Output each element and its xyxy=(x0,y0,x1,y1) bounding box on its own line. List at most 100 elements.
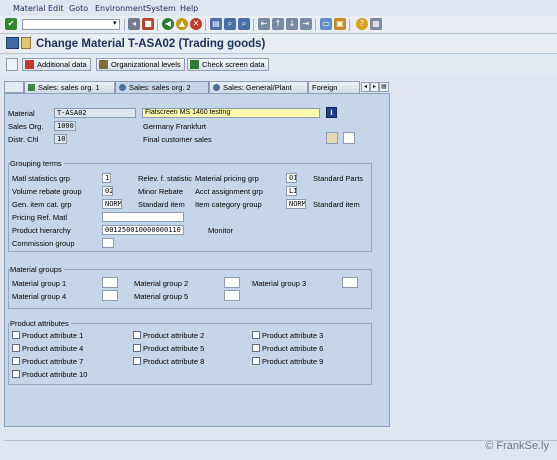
org-levels-button[interactable]: Organizational levels xyxy=(96,58,185,71)
hierarchy-icon xyxy=(99,60,108,69)
shortcut-icon[interactable]: ▣ xyxy=(334,18,346,30)
menu-environment[interactable]: Environment xyxy=(95,4,146,13)
material-groups-group xyxy=(8,269,372,309)
pricing-ref-field[interactable] xyxy=(102,212,184,222)
toolbar-separator xyxy=(205,19,206,31)
additional-data-label: Additional data xyxy=(37,60,87,69)
menu-edit[interactable]: Edit xyxy=(48,4,64,13)
product-hierarchy-field[interactable]: 001250010000000110 xyxy=(102,225,184,235)
tab-sales-org-2[interactable]: Sales: sales org. 2 xyxy=(115,81,209,93)
volume-rebate-field[interactable]: 02 xyxy=(102,186,113,196)
material-group-2-field[interactable] xyxy=(224,277,240,288)
material-group-1-label: Material group 1 xyxy=(12,279,67,288)
exit-icon[interactable]: ▲ xyxy=(176,18,188,30)
save-icon[interactable]: ■ xyxy=(142,18,154,30)
tab-next-icon[interactable]: ▸ xyxy=(370,82,379,92)
acct-assignment-field[interactable]: LI xyxy=(286,186,297,196)
product-attribute-8-checkbox[interactable] xyxy=(133,357,141,365)
product-attribute-2-label: Product attribute 2 xyxy=(143,331,205,340)
info-icon[interactable]: i xyxy=(326,107,337,118)
gen-item-cat-label: Gen. item cat. grp xyxy=(12,200,72,209)
product-attributes-title: Product attributes xyxy=(10,319,71,328)
material-pricing-label: Material pricing grp xyxy=(195,174,259,183)
material-pricing-field[interactable]: 01 xyxy=(286,173,297,183)
item-category-label: Item category group xyxy=(195,200,262,209)
tab-sales-general-plant[interactable]: Sales: General/Plant xyxy=(209,81,308,93)
new-session-icon[interactable]: ▭ xyxy=(320,18,332,30)
material-group-1-field[interactable] xyxy=(102,277,118,288)
status-bar xyxy=(4,440,557,454)
commission-group-field[interactable] xyxy=(102,238,114,248)
material-group-5-field[interactable] xyxy=(224,290,240,301)
tab-list-icon[interactable]: ▤ xyxy=(379,82,389,92)
product-attribute-2-checkbox[interactable] xyxy=(133,331,141,339)
product-attribute-3-checkbox[interactable] xyxy=(252,331,260,339)
back-icon[interactable]: ◀ xyxy=(162,18,174,30)
product-attribute-5-label: Product attribute 5 xyxy=(143,344,205,353)
material-group-4-field[interactable] xyxy=(102,290,118,301)
print-icon[interactable]: ▤ xyxy=(210,18,222,30)
previous-page-icon[interactable]: ↑ xyxy=(272,18,284,30)
distr-chl-label: Distr. Chl xyxy=(8,135,39,144)
command-dropdown-icon[interactable]: ▾ xyxy=(113,19,117,27)
other-material-icon[interactable] xyxy=(21,37,31,49)
product-attribute-7-checkbox[interactable] xyxy=(12,357,20,365)
material-label: Material xyxy=(8,109,35,118)
product-attribute-10-label: Product attribute 10 xyxy=(22,370,88,379)
command-field[interactable] xyxy=(22,19,120,30)
check-icon xyxy=(28,84,35,91)
product-attribute-4-checkbox[interactable] xyxy=(12,344,20,352)
product-attribute-10-checkbox[interactable] xyxy=(12,370,20,378)
check-screen-label: Check screen data xyxy=(202,60,265,69)
material-groups-title: Material groups xyxy=(10,265,64,274)
material-group-2-label: Material group 2 xyxy=(134,279,189,288)
tab-label: Foreign xyxy=(312,83,338,92)
toggle-icon[interactable] xyxy=(6,58,18,71)
product-attribute-7-label: Product attribute 7 xyxy=(22,357,84,366)
material-field: T-ASA02 xyxy=(54,108,136,118)
tab-label: Sales: General/Plant xyxy=(223,83,292,92)
first-page-icon[interactable]: ⇤ xyxy=(258,18,270,30)
material-group-3-field[interactable] xyxy=(342,277,358,288)
gen-item-cat-field[interactable]: NORM xyxy=(102,199,122,209)
find-next-icon[interactable]: ⌕ xyxy=(238,18,250,30)
distr-chl-field: 10 xyxy=(54,134,67,144)
item-category-field[interactable]: NORM xyxy=(286,199,306,209)
enter-icon[interactable]: ✔ xyxy=(5,18,17,30)
product-hierarchy-text: Monitor xyxy=(208,226,234,235)
menu-help[interactable]: Help xyxy=(180,4,198,13)
check-screen-data-button[interactable]: Check screen data xyxy=(187,58,269,71)
menu-goto[interactable]: Goto xyxy=(69,4,88,13)
check-icon xyxy=(190,60,199,69)
last-page-icon[interactable]: ⇥ xyxy=(300,18,312,30)
find-icon[interactable]: ⌕ xyxy=(224,18,236,30)
matl-statistics-field[interactable]: 1 xyxy=(102,173,111,183)
product-attribute-3-label: Product attribute 3 xyxy=(262,331,324,340)
menu-material[interactable]: Material xyxy=(13,4,46,13)
tab-foreign[interactable]: Foreign xyxy=(308,81,360,93)
tab-scroll-left[interactable] xyxy=(4,81,24,93)
document-icon[interactable] xyxy=(343,132,355,144)
display-change-icon[interactable] xyxy=(6,37,19,49)
product-attribute-6-checkbox[interactable] xyxy=(252,344,260,352)
toolbar-separator xyxy=(253,19,254,31)
toolbar-separator xyxy=(315,19,316,31)
page-title: Change Material T-ASA02 (Trading goods) xyxy=(36,38,266,50)
tab-sales-org-1[interactable]: Sales: sales org. 1 xyxy=(24,81,115,93)
additional-data-button[interactable]: Additional data xyxy=(22,58,91,71)
product-attribute-5-checkbox[interactable] xyxy=(133,344,141,352)
product-attribute-1-checkbox[interactable] xyxy=(12,331,20,339)
history-icon[interactable]: ◂ xyxy=(128,18,140,30)
org-levels-icon[interactable] xyxy=(326,132,338,144)
toolbar-separator xyxy=(124,19,125,31)
watermark: © FrankSe.ly xyxy=(485,440,549,452)
product-attribute-9-checkbox[interactable] xyxy=(252,357,260,365)
cancel-icon[interactable]: ✕ xyxy=(190,18,202,30)
next-page-icon[interactable]: ↓ xyxy=(286,18,298,30)
customize-layout-icon[interactable]: ▦ xyxy=(370,18,382,30)
material-description-field[interactable]: Flatscreen MS 1460 testing xyxy=(142,108,320,118)
sales-org-field: 1000 xyxy=(54,121,76,131)
tab-prev-icon[interactable]: ◂ xyxy=(361,82,370,92)
menu-system[interactable]: System xyxy=(146,4,176,13)
help-icon[interactable]: ? xyxy=(356,18,368,30)
